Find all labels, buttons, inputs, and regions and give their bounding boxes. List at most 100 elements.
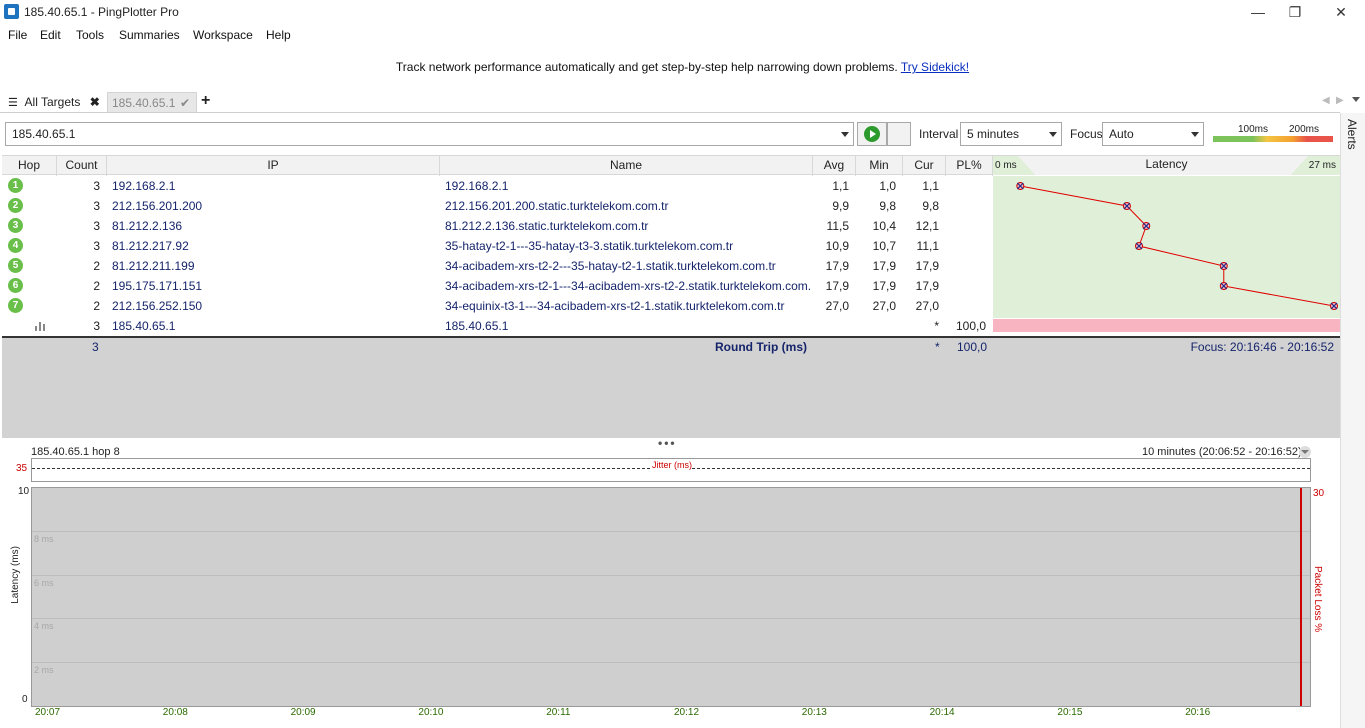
minimize-button[interactable]: — bbox=[1238, 2, 1278, 22]
chevron-down-icon bbox=[1191, 132, 1199, 137]
col-avg[interactable]: Avg bbox=[813, 156, 856, 176]
table-row[interactable]: 4 3 81.212.217.92 35-hatay-t2-1---35-hatay-… bbox=[2, 236, 992, 256]
target-input[interactable]: 185.40.65.1 bbox=[5, 122, 854, 146]
latency-header-label: Latency bbox=[1145, 157, 1188, 171]
menu-summaries[interactable]: Summaries bbox=[119, 28, 180, 42]
x-tick-label: 20:08 bbox=[162, 707, 188, 718]
latency-scale: 100ms 200ms bbox=[1213, 122, 1333, 146]
tab-all-targets[interactable]: ☰ All Targets ✖ bbox=[8, 95, 100, 109]
title-bar: 185.40.65.1 - PingPlotter Pro — ❐ ✕ bbox=[0, 0, 1365, 24]
chevron-down-icon bbox=[1049, 132, 1057, 137]
focus-value: Auto bbox=[1109, 127, 1134, 141]
x-tick-label: 20:14 bbox=[929, 707, 955, 718]
latency-point bbox=[1219, 262, 1228, 270]
tab-menu-icon[interactable] bbox=[1352, 97, 1360, 102]
col-latency[interactable]: 0 ms Latency 27 ms bbox=[993, 156, 1340, 175]
cell-min: 1,0 bbox=[879, 179, 896, 193]
cell-count: 3 bbox=[93, 319, 100, 333]
cell-cur: 27,0 bbox=[915, 299, 939, 313]
restore-button[interactable]: ❐ bbox=[1275, 2, 1315, 22]
menu-file[interactable]: File bbox=[8, 28, 27, 42]
interval-label: Interval bbox=[919, 127, 959, 141]
hop-number: 6 bbox=[8, 278, 23, 293]
start-options-button[interactable] bbox=[887, 122, 911, 146]
table-row[interactable]: 2 3 212.156.201.200 212.156.201.200.static.… bbox=[2, 196, 992, 216]
cell-min: 17,9 bbox=[872, 259, 896, 273]
start-button[interactable] bbox=[857, 122, 887, 146]
y-axis-label: Latency (ms) bbox=[10, 546, 21, 604]
close-button[interactable]: ✕ bbox=[1321, 2, 1361, 22]
jitter-label: Jitter (ms) bbox=[652, 460, 692, 470]
hop-number: 3 bbox=[8, 218, 23, 233]
scale-200-label: 200ms bbox=[1289, 124, 1320, 135]
table-row[interactable]: 7 2 212.156.252.150 34-equinix-t3-1---34-ac… bbox=[2, 296, 992, 316]
alerts-sidebar[interactable]: Alerts bbox=[1340, 113, 1365, 728]
latency-point bbox=[1135, 242, 1144, 250]
latency-point bbox=[1016, 182, 1025, 190]
promo-banner: Track network performance automatically … bbox=[0, 60, 1365, 74]
col-hop[interactable]: Hop bbox=[2, 156, 57, 176]
gridline: 6 ms bbox=[32, 574, 1310, 588]
col-ip[interactable]: IP bbox=[107, 156, 440, 176]
summary-panel: 3 Round Trip (ms) * 100,0 Focus: 20:16:4… bbox=[2, 336, 1340, 438]
cell-ip: 81.212.217.92 bbox=[112, 239, 189, 253]
cell-name: 212.156.201.200.static.turktelekom.com.t… bbox=[445, 199, 669, 213]
cell-count: 3 bbox=[93, 219, 100, 233]
cell-ip: 212.156.252.150 bbox=[112, 299, 203, 313]
cell-min: 10,4 bbox=[872, 219, 896, 233]
tab-current-label: 185.40.65.1 bbox=[112, 96, 176, 110]
gridline-label: 6 ms bbox=[34, 577, 54, 588]
latency-graph-svg bbox=[1016, 182, 1338, 310]
table-row[interactable]: 3 185.40.65.1 185.40.65.1 * 100,0 bbox=[2, 316, 992, 336]
table-row[interactable]: 5 2 81.212.211.199 34-acibadem-xrs-t2-2---3… bbox=[2, 256, 992, 276]
cell-min: 10,7 bbox=[872, 239, 896, 253]
gridline: 4 ms bbox=[32, 618, 1310, 631]
empty-area bbox=[2, 358, 1340, 438]
latency-max-label: 27 ms bbox=[1308, 160, 1336, 171]
gridline: 8 ms bbox=[32, 531, 1310, 544]
app-icon bbox=[4, 4, 19, 19]
cell-avg: 27,0 bbox=[825, 299, 849, 313]
scroll-left-icon[interactable]: ◀ bbox=[1322, 95, 1330, 106]
focus-select[interactable]: Auto bbox=[1102, 122, 1204, 146]
menu-tools[interactable]: Tools bbox=[76, 28, 104, 42]
col-pl[interactable]: PL% bbox=[946, 156, 993, 176]
cell-cur: 9,8 bbox=[922, 199, 939, 213]
tab-current-target[interactable]: 185.40.65.1 ✔ bbox=[107, 92, 197, 112]
bar-chart-icon[interactable] bbox=[35, 320, 47, 334]
latency-plot: 8 ms 6 ms 4 ms 2 ms bbox=[31, 487, 1311, 707]
window-title: 185.40.65.1 - PingPlotter Pro bbox=[24, 5, 179, 19]
latency-trace bbox=[1020, 185, 1335, 307]
jitter-strip: Jitter (ms) bbox=[31, 458, 1311, 482]
gridline-label: 2 ms bbox=[34, 664, 54, 675]
x-tick-label: 20:16 bbox=[1185, 707, 1211, 718]
table-row[interactable]: 6 2 195.175.171.151 34-acibadem-xrs-t2-1---… bbox=[2, 276, 992, 296]
menu-help[interactable]: Help bbox=[266, 28, 291, 42]
cell-name: 34-equinix-t3-1---34-acibadem-xrs-t2-1.s… bbox=[445, 299, 785, 313]
gridline-label: 8 ms bbox=[34, 534, 54, 544]
col-name[interactable]: Name bbox=[440, 156, 813, 176]
close-icon[interactable]: ✖ bbox=[90, 95, 100, 109]
cell-avg: 17,9 bbox=[825, 259, 849, 273]
col-min[interactable]: Min bbox=[856, 156, 903, 176]
gridline-label: 4 ms bbox=[34, 621, 54, 631]
cell-ip: 81.212.211.199 bbox=[112, 259, 195, 273]
cell-name: 192.168.2.1 bbox=[445, 179, 509, 193]
x-tick-label: 20:15 bbox=[1057, 707, 1083, 718]
menu-edit[interactable]: Edit bbox=[40, 28, 61, 42]
col-count[interactable]: Count bbox=[57, 156, 107, 176]
scroll-right-icon[interactable]: ▶ bbox=[1336, 95, 1344, 106]
add-tab-icon[interactable]: + bbox=[201, 92, 210, 110]
toolbar: 185.40.65.1 Interval 5 minutes Focus Aut… bbox=[0, 118, 1340, 150]
interval-select[interactable]: 5 minutes bbox=[960, 122, 1062, 146]
range-dropdown-icon[interactable] bbox=[1299, 446, 1311, 458]
sidekick-link[interactable]: Try Sidekick! bbox=[901, 60, 969, 74]
col-cur[interactable]: Cur bbox=[903, 156, 946, 176]
cell-pl: 100,0 bbox=[955, 319, 986, 333]
table-row[interactable]: 1 3 192.168.2.1 192.168.2.1 1,1 1,0 1,1 bbox=[2, 176, 992, 196]
latency-point bbox=[1122, 202, 1131, 210]
cell-avg: 17,9 bbox=[825, 279, 849, 293]
table-row[interactable]: 3 3 81.212.2.136 81.212.2.136.static.turkte… bbox=[2, 216, 992, 236]
menu-workspace[interactable]: Workspace bbox=[193, 28, 253, 42]
focus-range: Focus: 20:16:46 - 20:16:52 bbox=[1190, 340, 1334, 354]
